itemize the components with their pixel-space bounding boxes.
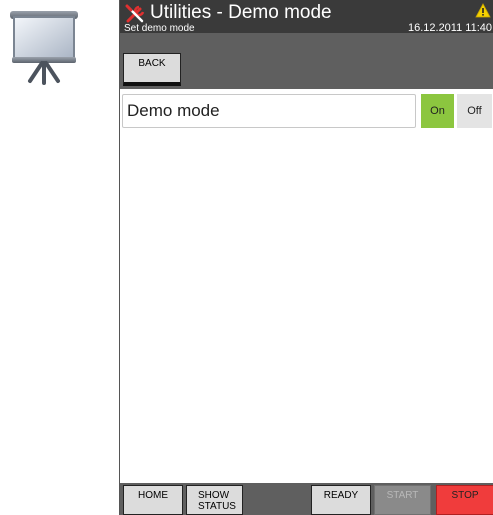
- wrench-screwdriver-icon: [125, 4, 145, 23]
- header-bar: Utilities - Demo mode Set demo mode 16.1…: [120, 0, 493, 34]
- footer-bar: HOME SHOW STATUS READY START STOP: [120, 483, 493, 515]
- setting-label: Demo mode: [122, 94, 416, 128]
- show-status-label-line2: STATUS: [198, 501, 236, 512]
- demo-mode-setting-row: Demo mode On Off: [122, 94, 492, 130]
- ready-button[interactable]: READY: [311, 485, 371, 515]
- toolbar: BACK: [120, 33, 493, 89]
- page-title: Utilities - Demo mode: [150, 2, 332, 23]
- on-button[interactable]: On: [421, 94, 454, 128]
- content-area: Demo mode On Off: [120, 89, 493, 483]
- off-button[interactable]: Off: [457, 94, 492, 128]
- home-button[interactable]: HOME: [123, 485, 183, 515]
- show-status-label-line1: SHOW: [198, 490, 230, 501]
- stop-button[interactable]: STOP: [436, 485, 493, 515]
- device-screen: Utilities - Demo mode Set demo mode 16.1…: [119, 0, 493, 515]
- back-button[interactable]: BACK: [123, 53, 181, 86]
- start-button: START: [374, 485, 431, 515]
- presentation-screen-icon: [10, 11, 78, 85]
- warning-triangle-icon[interactable]: [475, 3, 491, 18]
- show-status-button[interactable]: SHOW STATUS: [186, 485, 243, 515]
